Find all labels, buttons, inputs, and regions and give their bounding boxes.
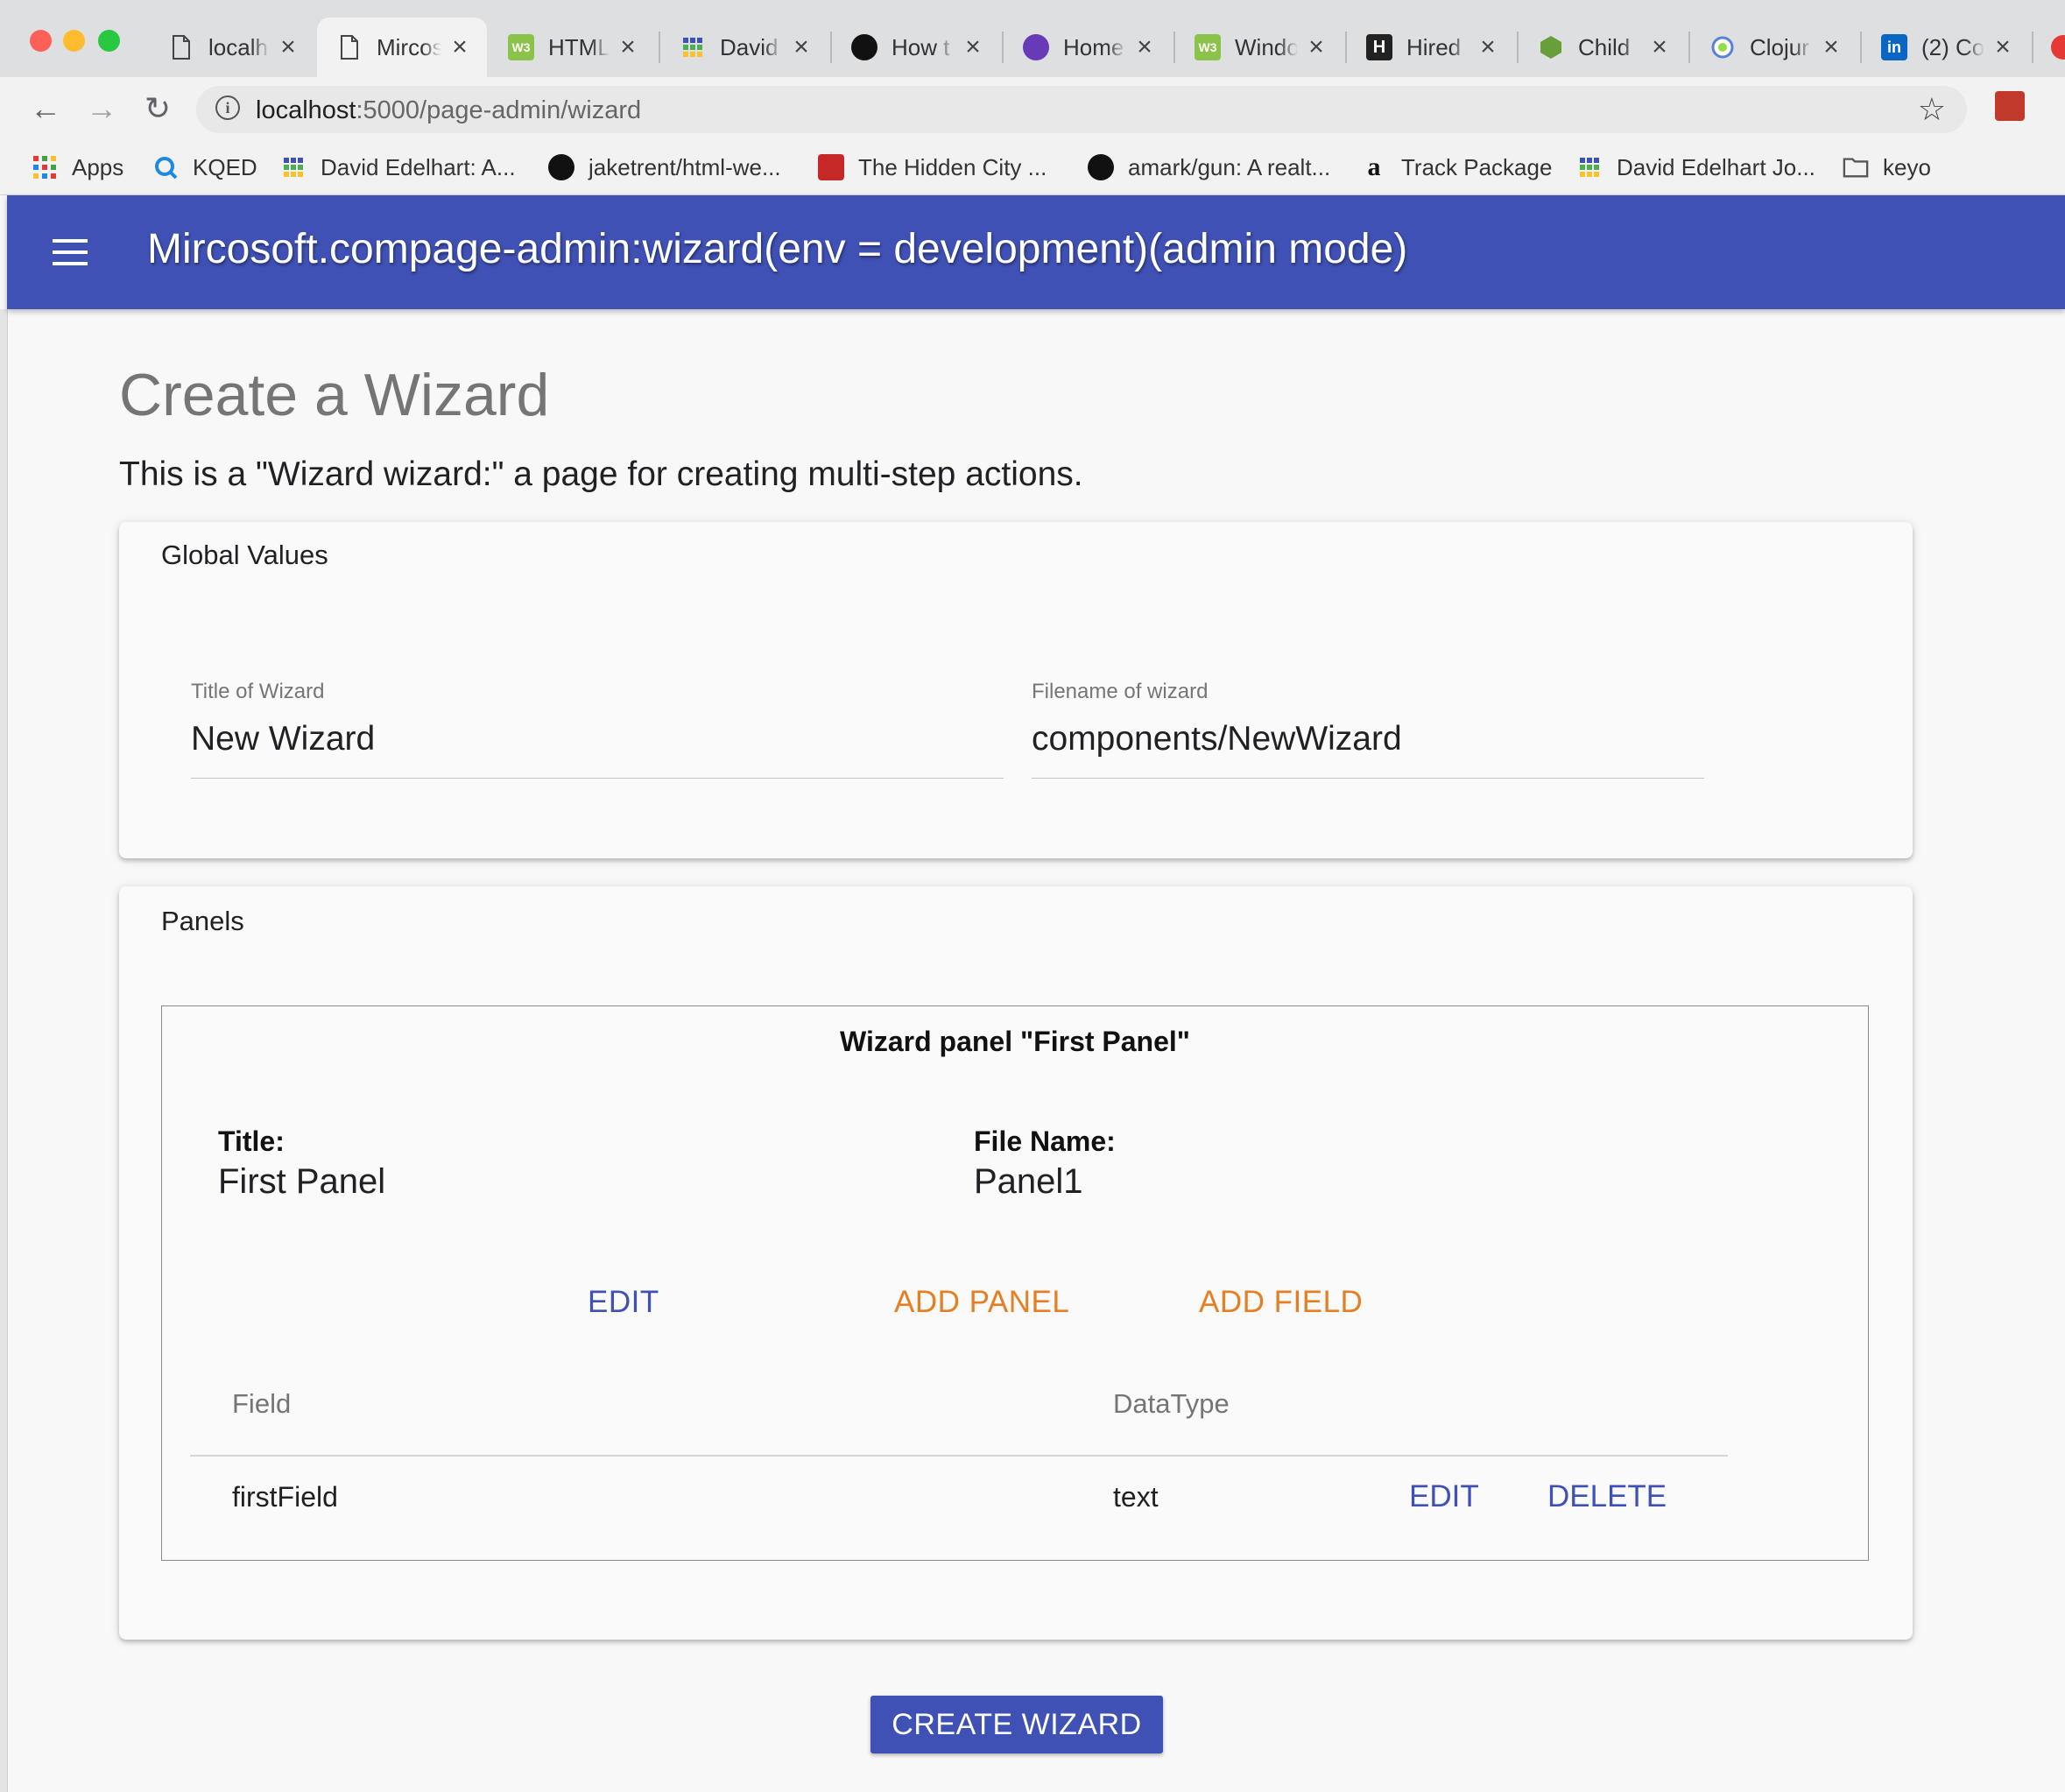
card-title: Global Values	[161, 540, 328, 570]
browser-tab[interactable]: David ×	[660, 18, 828, 77]
close-icon[interactable]: ×	[1818, 32, 1844, 62]
panels-card: Panels Wizard panel "First Panel" Title:…	[119, 886, 1913, 1640]
bookmark-apps[interactable]: Apps	[32, 151, 123, 184]
window-zoom-button[interactable]	[98, 30, 120, 52]
page-description: This is a "Wizard wizard:" a page for cr…	[119, 455, 1083, 493]
bookmark-item[interactable]: amark/gun: A realt...	[1088, 151, 1330, 184]
bookmark-item[interactable]: jaketrent/html-we...	[548, 151, 781, 184]
field-label: Filename of wizard	[1032, 680, 1209, 703]
address-bar[interactable]: i localhost:5000/page-admin/wizard ☆	[196, 86, 1967, 133]
close-icon[interactable]: ×	[1475, 32, 1501, 62]
close-icon[interactable]: ×	[1131, 32, 1158, 62]
bookmark-item[interactable]: The Hidden City ...	[818, 151, 1047, 184]
bookmarks-bar: Apps KQED David Edelhart: A... jaketrent…	[0, 140, 2065, 195]
apps-grid-icon	[32, 154, 58, 180]
github-icon	[1088, 154, 1114, 180]
delete-field-button[interactable]: DELETE	[1547, 1479, 1667, 1514]
extension-icon[interactable]	[1995, 91, 2025, 121]
panel-filename-value: Panel1	[974, 1162, 1083, 1201]
hidden-city-icon	[818, 154, 844, 180]
google-sheets-icon	[680, 34, 706, 60]
extension-icon[interactable]	[2051, 35, 2065, 60]
document-icon	[336, 34, 363, 60]
bookmark-item[interactable]: David Edelhart Jo...	[1576, 151, 1815, 184]
panel-heading: Wizard panel "First Panel"	[840, 1026, 1190, 1057]
bookmark-kqed[interactable]: KQED	[152, 151, 257, 184]
datatype-cell: text	[1113, 1481, 1159, 1513]
kqed-icon	[152, 154, 179, 180]
browser-toolbar: ← → ↻ i localhost:5000/page-admin/wizard…	[0, 77, 2065, 140]
panel-title-value: First Panel	[218, 1162, 386, 1201]
panel-filename-label: File Name:	[974, 1125, 1116, 1157]
edit-field-button[interactable]: EDIT	[1409, 1479, 1479, 1514]
browser-tab[interactable]: in (2) Co ×	[1862, 18, 2030, 77]
browser-tab-active[interactable]: Mircos ×	[317, 18, 487, 77]
back-arrow-icon[interactable]: ←	[25, 88, 67, 130]
amazon-icon: a	[1367, 152, 1381, 181]
close-icon[interactable]: ×	[1646, 32, 1673, 62]
wizard-filename-input[interactable]: components/NewWizard	[1032, 720, 1402, 758]
browser-tab[interactable]: localh ×	[149, 18, 315, 77]
close-icon[interactable]: ×	[615, 32, 641, 62]
browser-tab[interactable]: Home ×	[1004, 18, 1172, 77]
nodejs-icon	[1538, 34, 1564, 60]
url-text: localhost:5000/page-admin/wizard	[256, 96, 642, 124]
window-close-button[interactable]	[30, 30, 52, 52]
browser-tab[interactable]: How t ×	[832, 18, 1000, 77]
app-bar: Mircosoft.compage-admin:wizard(env = dev…	[7, 195, 2065, 309]
browser-tab[interactable]: Child ×	[1519, 18, 1687, 77]
hamburger-menu-icon[interactable]	[53, 239, 88, 265]
wizard-title-input[interactable]: New Wizard	[191, 720, 375, 758]
info-icon[interactable]: i	[215, 95, 240, 120]
card-title: Panels	[161, 906, 244, 936]
close-icon[interactable]: ×	[1990, 32, 2016, 62]
bookmark-item[interactable]: a Track Package	[1361, 151, 1553, 184]
table-divider	[190, 1455, 1728, 1457]
browser-tab-strip: localh × Mircos × W3 HTML × David × How …	[0, 0, 2065, 77]
google-sheets-icon	[1576, 154, 1603, 180]
github-icon	[548, 154, 574, 180]
wizard-panel: Wizard panel "First Panel" Title: First …	[161, 1005, 1869, 1561]
close-icon[interactable]: ×	[788, 32, 814, 62]
create-wizard-button[interactable]: CREATE WIZARD	[870, 1696, 1163, 1753]
field-name-cell: firstField	[232, 1481, 338, 1513]
field-label: Title of Wizard	[191, 680, 325, 703]
column-header-field: Field	[232, 1388, 292, 1419]
folder-icon	[1843, 154, 1869, 180]
github-icon	[851, 34, 877, 60]
bookmark-item[interactable]: David Edelhart: A...	[280, 151, 516, 184]
browser-tab[interactable]: W3 Windo ×	[1175, 18, 1343, 77]
add-panel-button[interactable]: ADD PANEL	[894, 1285, 1069, 1320]
close-icon[interactable]: ×	[275, 32, 301, 62]
wizard-title-field[interactable]: Title of Wizard New Wizard	[191, 680, 1004, 779]
home-app-icon	[1023, 34, 1049, 60]
window-minimize-button[interactable]	[63, 30, 85, 52]
browser-tab[interactable]: H Hired ×	[1347, 18, 1515, 77]
close-icon[interactable]: ×	[960, 32, 986, 62]
add-field-button[interactable]: ADD FIELD	[1199, 1285, 1363, 1320]
forward-arrow-icon[interactable]: →	[81, 88, 123, 130]
w3c-icon: W3	[508, 34, 534, 60]
browser-tab[interactable]: W3 HTML ×	[489, 18, 655, 77]
edit-panel-button[interactable]: EDIT	[588, 1285, 659, 1320]
column-header-datatype: DataType	[1113, 1388, 1230, 1419]
browser-tab[interactable]: Clojur ×	[1690, 18, 1858, 77]
w3c-icon: W3	[1195, 34, 1221, 60]
document-icon	[168, 34, 194, 60]
page-title: Create a Wizard	[119, 362, 550, 428]
clojure-icon	[1709, 34, 1736, 60]
global-values-card: Global Values Title of Wizard New Wizard…	[119, 522, 1913, 858]
panel-title-label: Title:	[218, 1125, 285, 1157]
close-icon[interactable]: ×	[447, 32, 473, 62]
linkedin-icon: in	[1881, 34, 1907, 60]
bookmark-folder[interactable]: keyo	[1843, 151, 1931, 184]
google-sheets-icon	[280, 154, 307, 180]
wizard-filename-field[interactable]: Filename of wizard components/NewWizard	[1032, 680, 1704, 779]
window-edge	[0, 309, 8, 1792]
close-icon[interactable]: ×	[1303, 32, 1329, 62]
reload-icon[interactable]: ↻	[137, 88, 179, 130]
bookmark-star-icon[interactable]: ☆	[1918, 91, 1946, 128]
hired-icon: H	[1366, 34, 1392, 60]
app-title: Mircosoft.compage-admin:wizard(env = dev…	[147, 226, 1408, 272]
